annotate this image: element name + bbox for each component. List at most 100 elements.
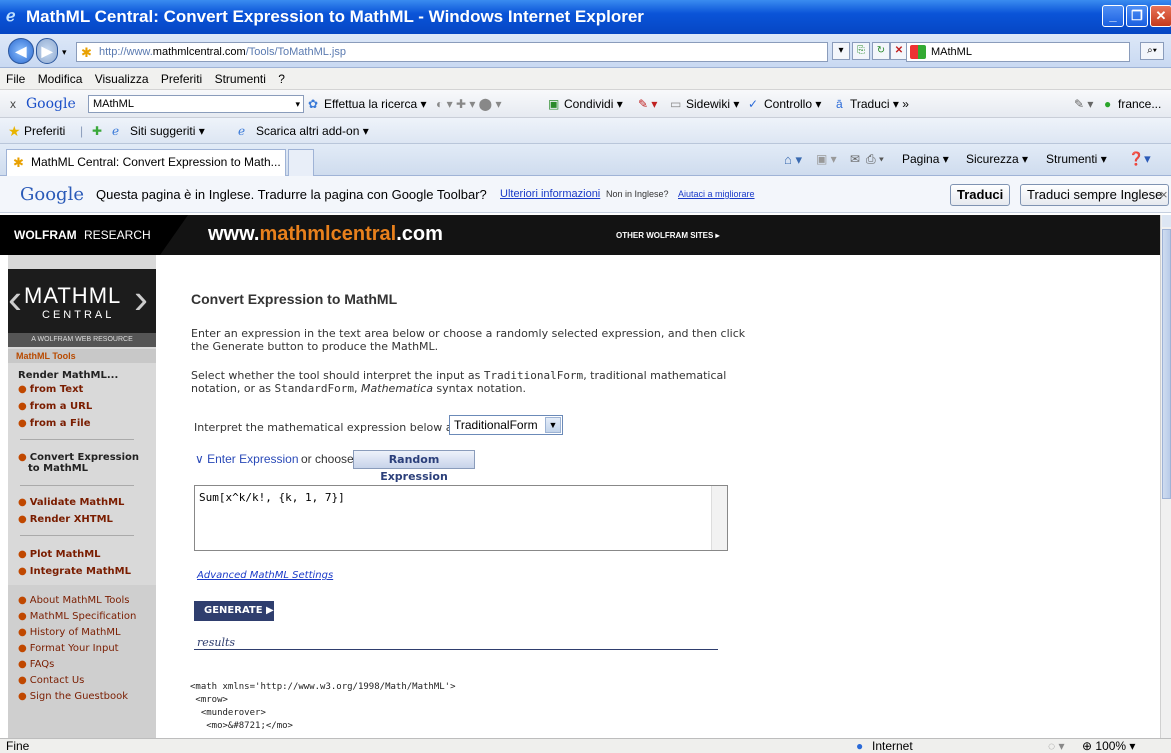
compat-view-icon[interactable]: ⎘ bbox=[852, 42, 870, 60]
more-info-link[interactable]: Ulteriori informazioni bbox=[500, 176, 600, 213]
help-icon[interactable]: ❓▾ bbox=[1128, 151, 1151, 167]
menu-edit[interactable]: Modifica bbox=[38, 72, 83, 86]
interpret-form-select[interactable]: TraditionalForm ▼ bbox=[449, 415, 563, 435]
intro-line-2: the Generate button to produce the MathM… bbox=[191, 340, 439, 353]
spellcheck-button[interactable]: Controllo ▾ bbox=[764, 90, 821, 118]
sidebar-item-from-url[interactable]: ● from a URL bbox=[18, 401, 92, 412]
always-translate-button[interactable]: Traduci sempre Inglese bbox=[1020, 184, 1170, 206]
protected-mode-icon[interactable]: ◌ ▾ bbox=[1048, 739, 1065, 753]
google-search-button[interactable]: Effettua la ricerca ▾ bbox=[324, 90, 427, 118]
advanced-settings-link[interactable]: Advanced MathML Settings bbox=[197, 570, 333, 581]
translate-bar-close-icon[interactable]: × bbox=[1160, 176, 1168, 213]
sidebar-item-label: FAQs bbox=[29, 659, 55, 670]
maximize-button[interactable]: ❐ bbox=[1126, 5, 1148, 27]
address-input[interactable]: ✱ http://www.mathmlcentral.com/Tools/ToM… bbox=[76, 42, 828, 62]
translate-toolbar-button[interactable]: Traduci ▾ » bbox=[850, 90, 909, 118]
ie-suggested-icon: ℯ bbox=[112, 124, 120, 138]
menu-view[interactable]: Visualizza bbox=[95, 72, 149, 86]
select-text: , traditional mathematical bbox=[583, 369, 727, 382]
sidebar-item-label: MathML Specification bbox=[29, 611, 137, 622]
mathml-central-logo[interactable]: ‹ MATHML CENTRAL › A WOLFRAM WEB RESOURC… bbox=[8, 269, 156, 347]
menu-tools[interactable]: Strumenti bbox=[215, 72, 266, 86]
menu-favorites[interactable]: Preferiti bbox=[161, 72, 202, 86]
sidebar-item-label: Convert Expression bbox=[29, 452, 140, 463]
wolfram-web-resource: A WOLFRAM WEB RESOURCE bbox=[8, 333, 156, 347]
not-english-label: Non in Inglese? bbox=[606, 189, 669, 199]
new-tab-button[interactable] bbox=[288, 149, 314, 176]
sidebar-divider bbox=[20, 485, 134, 486]
sidebar-item-from-file[interactable]: ● from a File bbox=[18, 418, 91, 429]
scroll-thumb[interactable] bbox=[1162, 229, 1171, 499]
zoom-level[interactable]: ⊕ 100% ▾ bbox=[1082, 739, 1135, 753]
security-menu-label: Sicurezza bbox=[966, 152, 1019, 166]
history-dropdown-icon[interactable]: ▾ bbox=[62, 47, 67, 58]
sidebar-item-spec[interactable]: ● MathML Specification bbox=[18, 611, 136, 622]
translate-button[interactable]: Traduci bbox=[950, 184, 1011, 206]
generate-button[interactable]: GENERATE ▶ bbox=[194, 601, 274, 621]
sidebar-item-guestbook[interactable]: ● Sign the Guestbook bbox=[18, 691, 128, 702]
sidebar-item-history[interactable]: ● History of MathML bbox=[18, 627, 121, 638]
site-name[interactable]: www.mathmlcentral.com bbox=[208, 223, 443, 246]
sidebar-item-validate[interactable]: ● Validate MathML bbox=[18, 497, 124, 508]
site-suffix: .com bbox=[396, 223, 443, 245]
mail-icon[interactable]: ✉ bbox=[850, 152, 860, 166]
refresh-icon[interactable]: ↻ bbox=[872, 42, 890, 60]
sidebar-item-contact[interactable]: ● Contact Us bbox=[18, 675, 84, 686]
sidebar-item-format[interactable]: ● Format Your Input bbox=[18, 643, 119, 654]
sidebar-item-convert[interactable]: ● Convert Expression to MathML bbox=[18, 452, 139, 474]
generate-label: GENERATE bbox=[204, 605, 263, 616]
forward-button[interactable]: ▶ bbox=[36, 38, 58, 64]
random-expression-button[interactable]: Random Expression bbox=[353, 450, 475, 483]
page-menu[interactable]: Pagina ▾ bbox=[902, 152, 949, 166]
favorites-button[interactable]: Preferiti bbox=[24, 118, 65, 144]
expression-value: Sum[x^k/k!, {k, 1, 7}] bbox=[199, 491, 345, 504]
address-dropdown-button[interactable]: ▾ bbox=[832, 42, 850, 60]
share-button[interactable]: Condividi ▾ bbox=[564, 90, 623, 118]
wrench-icon[interactable]: ✎ ▾ bbox=[1074, 90, 1093, 118]
tools-menu[interactable]: Strumenti ▾ bbox=[1046, 152, 1107, 166]
home-icon[interactable]: ⌂ ▾ bbox=[784, 152, 802, 168]
back-button[interactable]: ◀ bbox=[8, 38, 34, 64]
sidebar-item-xhtml[interactable]: ● Render XHTML bbox=[18, 514, 113, 525]
wolfram-logo-light[interactable]: RESEARCH bbox=[84, 228, 151, 242]
add-favorite-icon[interactable]: ✚ bbox=[92, 118, 102, 144]
toolbar-button-icon[interactable]: ◐ ▾ ✚ ▾ ⬤ ▾ bbox=[436, 90, 501, 118]
security-menu[interactable]: Sicurezza ▾ bbox=[966, 152, 1028, 166]
expression-textarea[interactable]: Sum[x^k/k!, {k, 1, 7}] bbox=[194, 485, 728, 551]
print-icon[interactable]: ⎙ ▾ bbox=[866, 152, 884, 167]
suggested-sites-link[interactable]: Siti suggeriti ▾ bbox=[130, 118, 205, 144]
user-account[interactable]: france... bbox=[1118, 90, 1161, 118]
help-improve-link[interactable]: Aiutaci a migliorare bbox=[678, 176, 755, 213]
addons-link[interactable]: Scarica altri add-on ▾ bbox=[256, 118, 369, 144]
textarea-scrollbar[interactable] bbox=[711, 486, 727, 550]
enter-expression-label: Enter Expression bbox=[207, 452, 299, 466]
menu-file[interactable]: File bbox=[6, 72, 25, 86]
google-query-input[interactable]: MAthML ▾ bbox=[88, 95, 304, 113]
sidebar-item-label: Validate MathML bbox=[29, 497, 125, 508]
tab-mathml-central[interactable]: ✱ MathML Central: Convert Expression to … bbox=[6, 149, 286, 176]
sidewiki-logo-icon[interactable]: ✎ ▾ bbox=[638, 90, 657, 118]
intro-line-1: Enter an expression in the text area bel… bbox=[191, 327, 746, 340]
sidebar-item-faqs[interactable]: ● FAQs bbox=[18, 659, 54, 670]
google-toolbar-close-icon[interactable]: x bbox=[10, 90, 16, 118]
feeds-icon[interactable]: ▣ ▾ bbox=[816, 152, 837, 166]
status-text: Fine bbox=[6, 739, 30, 753]
search-go-icon[interactable]: ⌕▾ bbox=[1140, 42, 1164, 60]
sidebar-item-about[interactable]: ● About MathML Tools bbox=[18, 595, 130, 606]
scroll-up-icon[interactable] bbox=[1162, 215, 1171, 227]
search-input[interactable]: MAthML bbox=[906, 42, 1130, 62]
wolfram-logo-bold[interactable]: WOLFRAM bbox=[14, 228, 77, 242]
sidewiki-button[interactable]: Sidewiki ▾ bbox=[686, 90, 739, 118]
page-scrollbar[interactable] bbox=[1160, 215, 1171, 738]
google-toolbar: x Google MAthML ▾ ✿ Effettua la ricerca ▾… bbox=[0, 90, 1171, 118]
wolfram-logo-area: WOLFRAM RESEARCH bbox=[0, 215, 160, 255]
minimize-button[interactable]: _ bbox=[1102, 5, 1124, 27]
sidebar-item-plot[interactable]: ● Plot MathML bbox=[18, 549, 101, 560]
other-wolfram-sites-link[interactable]: OTHER WOLFRAM SITES ▸ bbox=[616, 231, 720, 240]
menu-help[interactable]: ? bbox=[278, 72, 285, 86]
enter-expression-toggle[interactable]: ∨ Enter Expression bbox=[195, 452, 299, 466]
mathml-output: <math xmlns='http://www.w3.org/1998/Math… bbox=[190, 681, 456, 733]
sidebar-item-from-text[interactable]: ● from Text bbox=[18, 384, 83, 395]
sidebar-item-integrate[interactable]: ● Integrate MathML bbox=[18, 566, 131, 577]
close-window-button[interactable]: ✕ bbox=[1150, 5, 1171, 27]
